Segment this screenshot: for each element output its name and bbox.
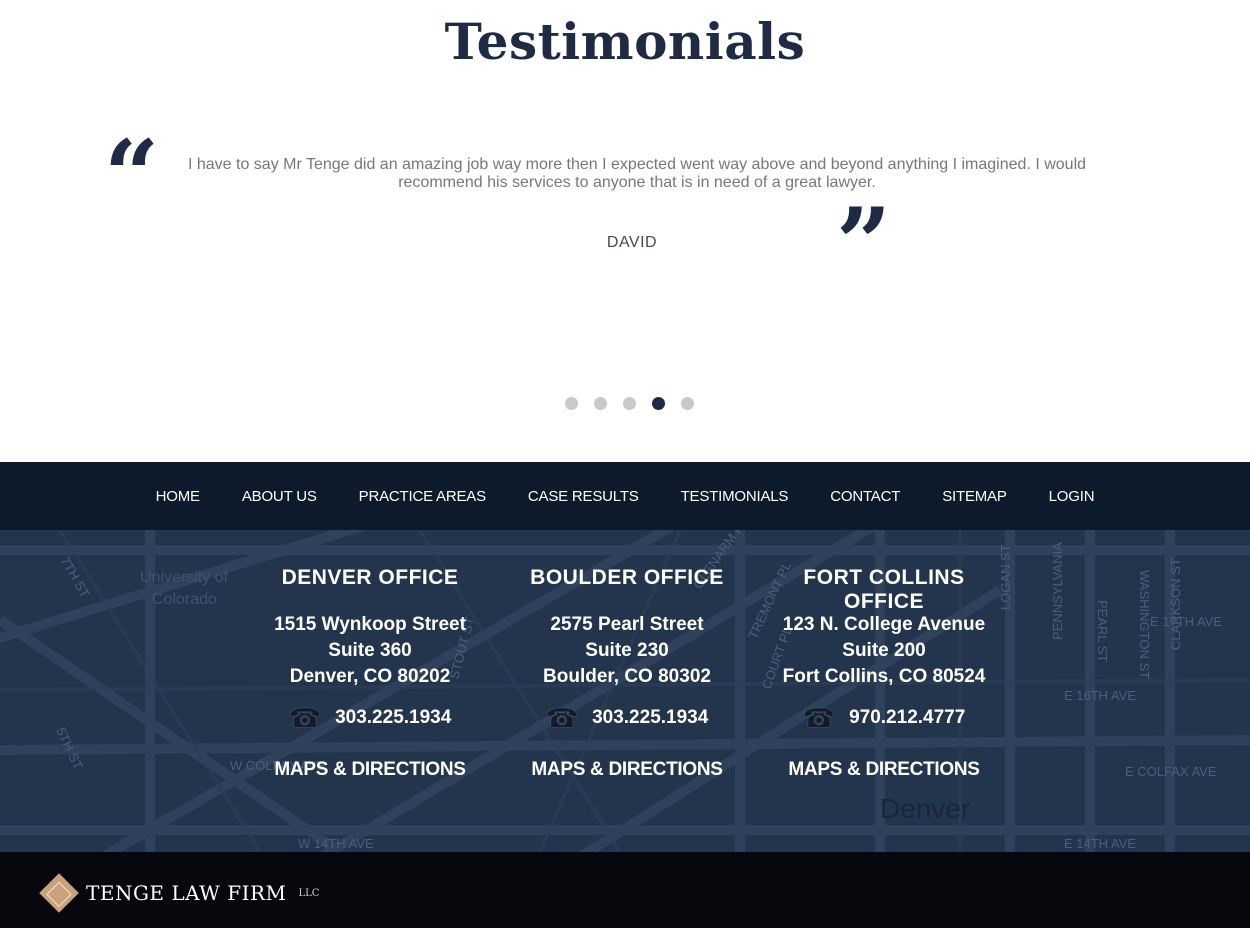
map-label: E COLFAX AVE	[1125, 764, 1217, 779]
nav-sitemap[interactable]: SITEMAP	[942, 488, 1007, 505]
footer-nav: HOME ABOUT US PRACTICE AREAS CASE RESULT…	[0, 462, 1250, 530]
nav-login[interactable]: LOGIN	[1049, 488, 1095, 505]
maps-directions-link[interactable]: MAPS & DIRECTIONS	[507, 759, 747, 781]
slider-dot-3[interactable]	[623, 397, 636, 410]
map-label: CLARKSON ST	[1168, 558, 1183, 650]
testimonials-title: Testimonials	[444, 12, 806, 71]
map-label: E 14TH AVE	[1064, 836, 1136, 851]
address-city: Fort Collins, CO 80524	[782, 666, 986, 687]
map-label: PENNSYLVANIA	[1050, 542, 1065, 640]
address-suite: Suite 230	[585, 640, 669, 661]
address-city: Denver, CO 80202	[289, 666, 451, 687]
address-street: 1515 Wynkoop Street	[274, 614, 466, 635]
office-address: 2575 Pearl Street Suite 230 Boulder, CO …	[507, 612, 747, 690]
slider-dot-2[interactable]	[594, 397, 607, 410]
office-phone[interactable]: ☎ 303.225.1934	[507, 705, 747, 731]
phone-icon: ☎	[288, 703, 322, 733]
map-label: E 17TH AVE	[1150, 614, 1222, 629]
slider-pagination	[565, 397, 694, 410]
logo-text: TENGE LAW FIRM	[86, 881, 287, 905]
testimonial-text: I have to say Mr Tenge did an amazing jo…	[187, 156, 1087, 191]
nav-home[interactable]: HOME	[156, 488, 200, 505]
slider-dot-1[interactable]	[565, 397, 578, 410]
address-suite: Suite 200	[842, 640, 926, 661]
address-street: 2575 Pearl Street	[550, 614, 704, 635]
phone-number[interactable]: 970.212.4777	[849, 707, 965, 729]
office-phone[interactable]: ☎ 970.212.4777	[764, 705, 1004, 731]
maps-directions-link[interactable]: MAPS & DIRECTIONS	[250, 759, 490, 781]
bottom-bar: TENGE LAW FIRM LLC	[0, 852, 1250, 928]
office-address: 123 N. College Avenue Suite 200 Fort Col…	[764, 612, 1004, 690]
logo-diamond-icon	[39, 873, 79, 913]
slider-dot-4[interactable]	[652, 397, 665, 410]
firm-logo[interactable]: TENGE LAW FIRM LLC	[39, 873, 320, 913]
office-title: FORT COLLINS OFFICE	[803, 566, 965, 613]
phone-number[interactable]: 303.225.1934	[335, 707, 451, 729]
address-city: Boulder, CO 80302	[543, 666, 711, 687]
logo-suffix: LLC	[298, 887, 320, 899]
testimonial-author: DAVID	[606, 234, 658, 251]
nav-about-us[interactable]: ABOUT US	[242, 488, 317, 505]
map-label: E 16TH AVE	[1064, 688, 1136, 703]
map-label: PEARL ST	[1095, 600, 1110, 662]
phone-number[interactable]: 303.225.1934	[592, 707, 708, 729]
phone-icon: ☎	[545, 703, 579, 733]
office-phone[interactable]: ☎ 303.225.1934	[250, 705, 490, 731]
address-street: 123 N. College Avenue	[782, 614, 986, 635]
office-title: DENVER OFFICE	[281, 566, 459, 589]
offices-section: University of Colorado 7TH ST STOUT ST W…	[0, 530, 1250, 852]
map-label: Colorado	[152, 591, 217, 608]
office-address: 1515 Wynkoop Street Suite 360 Denver, CO…	[250, 612, 490, 690]
map-label: University of	[140, 569, 229, 586]
office-title: BOULDER OFFICE	[530, 566, 724, 589]
phone-icon: ☎	[802, 703, 836, 733]
nav-case-results[interactable]: CASE RESULTS	[528, 488, 639, 505]
maps-directions-link[interactable]: MAPS & DIRECTIONS	[764, 759, 1004, 781]
slider-dot-5[interactable]	[681, 397, 694, 410]
map-label: W 14TH AVE	[298, 836, 374, 851]
close-quote-icon: ”	[836, 187, 892, 300]
nav-contact[interactable]: CONTACT	[830, 488, 900, 505]
nav-practice-areas[interactable]: PRACTICE AREAS	[359, 488, 486, 505]
nav-testimonials[interactable]: TESTIMONIALS	[681, 488, 789, 505]
address-suite: Suite 360	[328, 640, 412, 661]
map-label: Denver	[880, 793, 970, 824]
open-quote-icon: “	[104, 119, 160, 232]
testimonials-section: Testimonials “ I have to say Mr Tenge di…	[0, 0, 1250, 462]
